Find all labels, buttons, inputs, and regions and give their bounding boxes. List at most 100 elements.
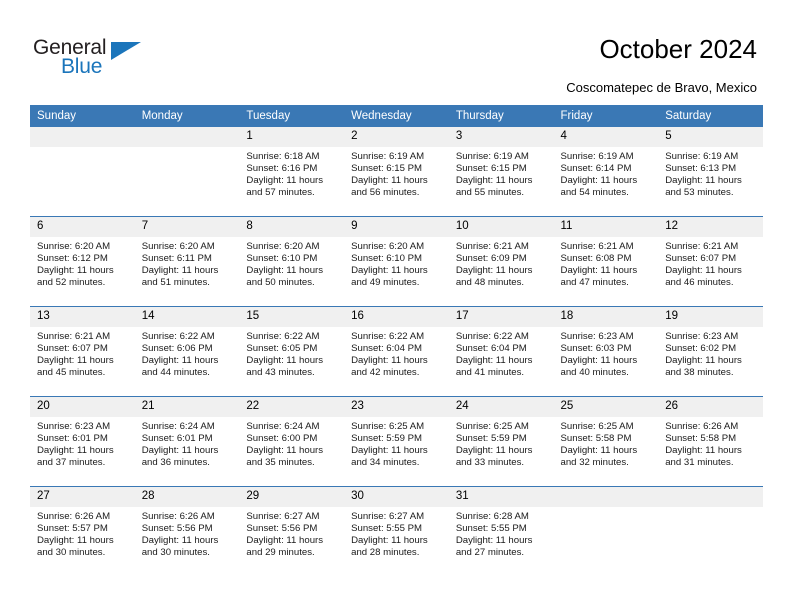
sunrise-text: Sunrise: 6:23 AM [665, 331, 739, 342]
calendar-day-cell[interactable]: 24 Sunrise: 6:25 AM Sunset: 5:59 PM Dayligh… [448, 396, 554, 487]
daylight-text-line2: and 32 minutes. [560, 457, 629, 469]
calendar-week-row: 1 Sunrise: 6:18 AM Sunset: 6:16 PM Daylight… [30, 127, 763, 217]
weekday-header-monday: Monday [134, 105, 240, 127]
sunrise-text: Sunrise: 6:20 AM [37, 241, 111, 252]
daylight-text-line1: Daylight: 11 hours [560, 355, 638, 367]
day-details: Sunrise: 6:19 AM Sunset: 6:14 PM Daylight:… [554, 147, 659, 199]
daylight-text-line2: and 50 minutes. [246, 277, 315, 289]
day-details: Sunrise: 6:26 AM Sunset: 5:58 PM Daylight:… [658, 417, 763, 469]
calendar-day-cell[interactable]: 19 Sunrise: 6:23 AM Sunset: 6:02 PM Dayligh… [658, 306, 763, 397]
daylight-text-line2: and 41 minutes. [455, 367, 525, 379]
calendar-day-cell[interactable]: 14 Sunrise: 6:22 AM Sunset: 6:06 PM Dayligh… [134, 306, 240, 397]
day-details: Sunrise: 6:19 AM Sunset: 6:15 PM Daylight:… [344, 147, 449, 199]
day-number: 12 [658, 217, 763, 237]
day-number: 15 [239, 307, 345, 327]
sunrise-text: Sunrise: 6:19 AM [560, 151, 634, 162]
daylight-text-line1: Daylight: 11 hours [246, 355, 324, 367]
sunset-text: Sunset: 6:15 PM [455, 163, 527, 175]
day-number: 10 [448, 217, 554, 237]
calendar-day-cell[interactable]: 5 Sunrise: 6:19 AM Sunset: 6:13 PM Daylight… [658, 127, 763, 217]
sunrise-text: Sunrise: 6:25 AM [455, 421, 529, 432]
calendar-day-cell[interactable]: 21 Sunrise: 6:24 AM Sunset: 6:01 PM Dayligh… [134, 396, 240, 487]
daylight-text-line1: Daylight: 11 hours [351, 175, 428, 187]
day-number: 6 [30, 217, 135, 237]
day-number: 7 [134, 217, 240, 237]
calendar-day-cell[interactable]: 11 Sunrise: 6:21 AM Sunset: 6:08 PM Dayligh… [553, 216, 659, 307]
calendar-day-cell-empty [553, 486, 659, 576]
day-details: Sunrise: 6:28 AM Sunset: 5:55 PM Daylight:… [449, 507, 554, 559]
day-details: Sunrise: 6:22 AM Sunset: 6:05 PM Daylight:… [239, 327, 344, 379]
calendar-day-cell[interactable]: 31 Sunrise: 6:28 AM Sunset: 5:55 PM Dayligh… [448, 486, 554, 576]
calendar-day-cell[interactable]: 23 Sunrise: 6:25 AM Sunset: 5:59 PM Dayligh… [344, 396, 449, 487]
daylight-text-line1: Daylight: 11 hours [141, 445, 219, 457]
sunset-text: Sunset: 5:56 PM [141, 523, 213, 535]
day-number: 16 [344, 307, 449, 327]
sunrise-text: Sunrise: 6:22 AM [141, 331, 215, 342]
daylight-text-line1: Daylight: 11 hours [141, 355, 219, 367]
sunrise-text: Sunrise: 6:23 AM [37, 421, 111, 432]
sunrise-text: Sunrise: 6:21 AM [560, 241, 634, 252]
calendar-day-cell[interactable]: 28 Sunrise: 6:26 AM Sunset: 5:56 PM Dayligh… [134, 486, 240, 576]
day-number [30, 127, 135, 147]
daylight-text-line2: and 46 minutes. [665, 277, 734, 289]
calendar-day-cell[interactable]: 29 Sunrise: 6:27 AM Sunset: 5:56 PM Dayligh… [239, 486, 345, 576]
calendar-day-cell[interactable]: 8 Sunrise: 6:20 AM Sunset: 6:10 PM Daylight… [239, 216, 345, 307]
calendar-day-cell[interactable]: 4 Sunrise: 6:19 AM Sunset: 6:14 PM Daylight… [553, 127, 659, 217]
calendar-day-cell[interactable]: 1 Sunrise: 6:18 AM Sunset: 6:16 PM Daylight… [239, 127, 345, 217]
day-number: 27 [30, 487, 135, 507]
calendar-header-row: Sunday Monday Tuesday Wednesday Thursday… [30, 105, 763, 127]
day-details: Sunrise: 6:22 AM Sunset: 6:06 PM Daylight:… [135, 327, 240, 379]
daylight-text-line2: and 30 minutes. [37, 547, 106, 559]
sunset-text: Sunset: 6:13 PM [665, 163, 737, 175]
day-number: 22 [239, 397, 345, 417]
calendar-day-cell[interactable]: 15 Sunrise: 6:22 AM Sunset: 6:05 PM Dayligh… [239, 306, 345, 397]
calendar-body: 1 Sunrise: 6:18 AM Sunset: 6:16 PM Daylight… [30, 127, 763, 576]
weekday-header-tuesday: Tuesday [239, 105, 345, 127]
calendar-day-cell[interactable]: 26 Sunrise: 6:26 AM Sunset: 5:58 PM Dayligh… [658, 396, 763, 487]
sunrise-text: Sunrise: 6:26 AM [665, 421, 739, 432]
daylight-text-line1: Daylight: 11 hours [455, 445, 533, 457]
calendar-day-cell[interactable]: 30 Sunrise: 6:27 AM Sunset: 5:55 PM Dayligh… [344, 486, 449, 576]
sunset-text: Sunset: 5:59 PM [455, 433, 527, 445]
calendar-day-cell[interactable]: 17 Sunrise: 6:22 AM Sunset: 6:04 PM Dayligh… [448, 306, 554, 397]
sunrise-text: Sunrise: 6:22 AM [455, 331, 529, 342]
sunset-text: Sunset: 5:57 PM [37, 523, 108, 535]
day-number: 25 [553, 397, 659, 417]
daylight-text-line1: Daylight: 11 hours [246, 265, 324, 277]
daylight-text-line2: and 44 minutes. [141, 367, 210, 379]
calendar-day-cell[interactable]: 7 Sunrise: 6:20 AM Sunset: 6:11 PM Daylight… [134, 216, 240, 307]
daylight-text-line1: Daylight: 11 hours [141, 265, 219, 277]
calendar-day-cell[interactable]: 16 Sunrise: 6:22 AM Sunset: 6:04 PM Dayligh… [344, 306, 449, 397]
daylight-text-line1: Daylight: 11 hours [246, 535, 324, 547]
day-details: Sunrise: 6:24 AM Sunset: 6:01 PM Daylight:… [135, 417, 240, 469]
calendar-day-cell[interactable]: 27 Sunrise: 6:26 AM Sunset: 5:57 PM Dayligh… [30, 486, 135, 576]
sunrise-text: Sunrise: 6:22 AM [351, 331, 425, 342]
calendar-day-cell[interactable]: 9 Sunrise: 6:20 AM Sunset: 6:10 PM Daylight… [344, 216, 449, 307]
day-number: 18 [553, 307, 659, 327]
sunrise-text: Sunrise: 6:19 AM [665, 151, 739, 162]
daylight-text-line2: and 33 minutes. [455, 457, 525, 469]
calendar-day-cell[interactable]: 2 Sunrise: 6:19 AM Sunset: 6:15 PM Daylight… [344, 127, 449, 217]
day-details: Sunrise: 6:21 AM Sunset: 6:08 PM Daylight:… [554, 237, 659, 289]
calendar-day-cell[interactable]: 3 Sunrise: 6:19 AM Sunset: 6:15 PM Daylight… [448, 127, 554, 217]
calendar-day-cell[interactable]: 13 Sunrise: 6:21 AM Sunset: 6:07 PM Dayligh… [30, 306, 135, 397]
calendar-day-cell[interactable]: 10 Sunrise: 6:21 AM Sunset: 6:09 PM Dayligh… [448, 216, 554, 307]
daylight-text-line1: Daylight: 11 hours [455, 175, 533, 187]
day-number: 14 [134, 307, 240, 327]
calendar-day-cell[interactable]: 6 Sunrise: 6:20 AM Sunset: 6:12 PM Daylight… [30, 216, 135, 307]
day-number: 19 [658, 307, 763, 327]
day-details: Sunrise: 6:25 AM Sunset: 5:59 PM Daylight:… [344, 417, 449, 469]
day-number: 2 [344, 127, 449, 147]
calendar-day-cell[interactable]: 18 Sunrise: 6:23 AM Sunset: 6:03 PM Dayligh… [553, 306, 659, 397]
daylight-text-line1: Daylight: 11 hours [560, 175, 638, 187]
daylight-text-line1: Daylight: 11 hours [37, 535, 114, 547]
calendar-day-cell[interactable]: 12 Sunrise: 6:21 AM Sunset: 6:07 PM Dayligh… [658, 216, 763, 307]
daylight-text-line2: and 55 minutes. [455, 187, 525, 199]
calendar-day-cell[interactable]: 25 Sunrise: 6:25 AM Sunset: 5:58 PM Dayligh… [553, 396, 659, 487]
sunrise-text: Sunrise: 6:24 AM [246, 421, 320, 432]
daylight-text-line1: Daylight: 11 hours [560, 265, 638, 277]
calendar-day-cell[interactable]: 22 Sunrise: 6:24 AM Sunset: 6:00 PM Dayligh… [239, 396, 345, 487]
calendar-day-cell[interactable]: 20 Sunrise: 6:23 AM Sunset: 6:01 PM Dayligh… [30, 396, 135, 487]
day-number: 4 [553, 127, 659, 147]
calendar-grid: Sunday Monday Tuesday Wednesday Thursday… [30, 105, 763, 576]
